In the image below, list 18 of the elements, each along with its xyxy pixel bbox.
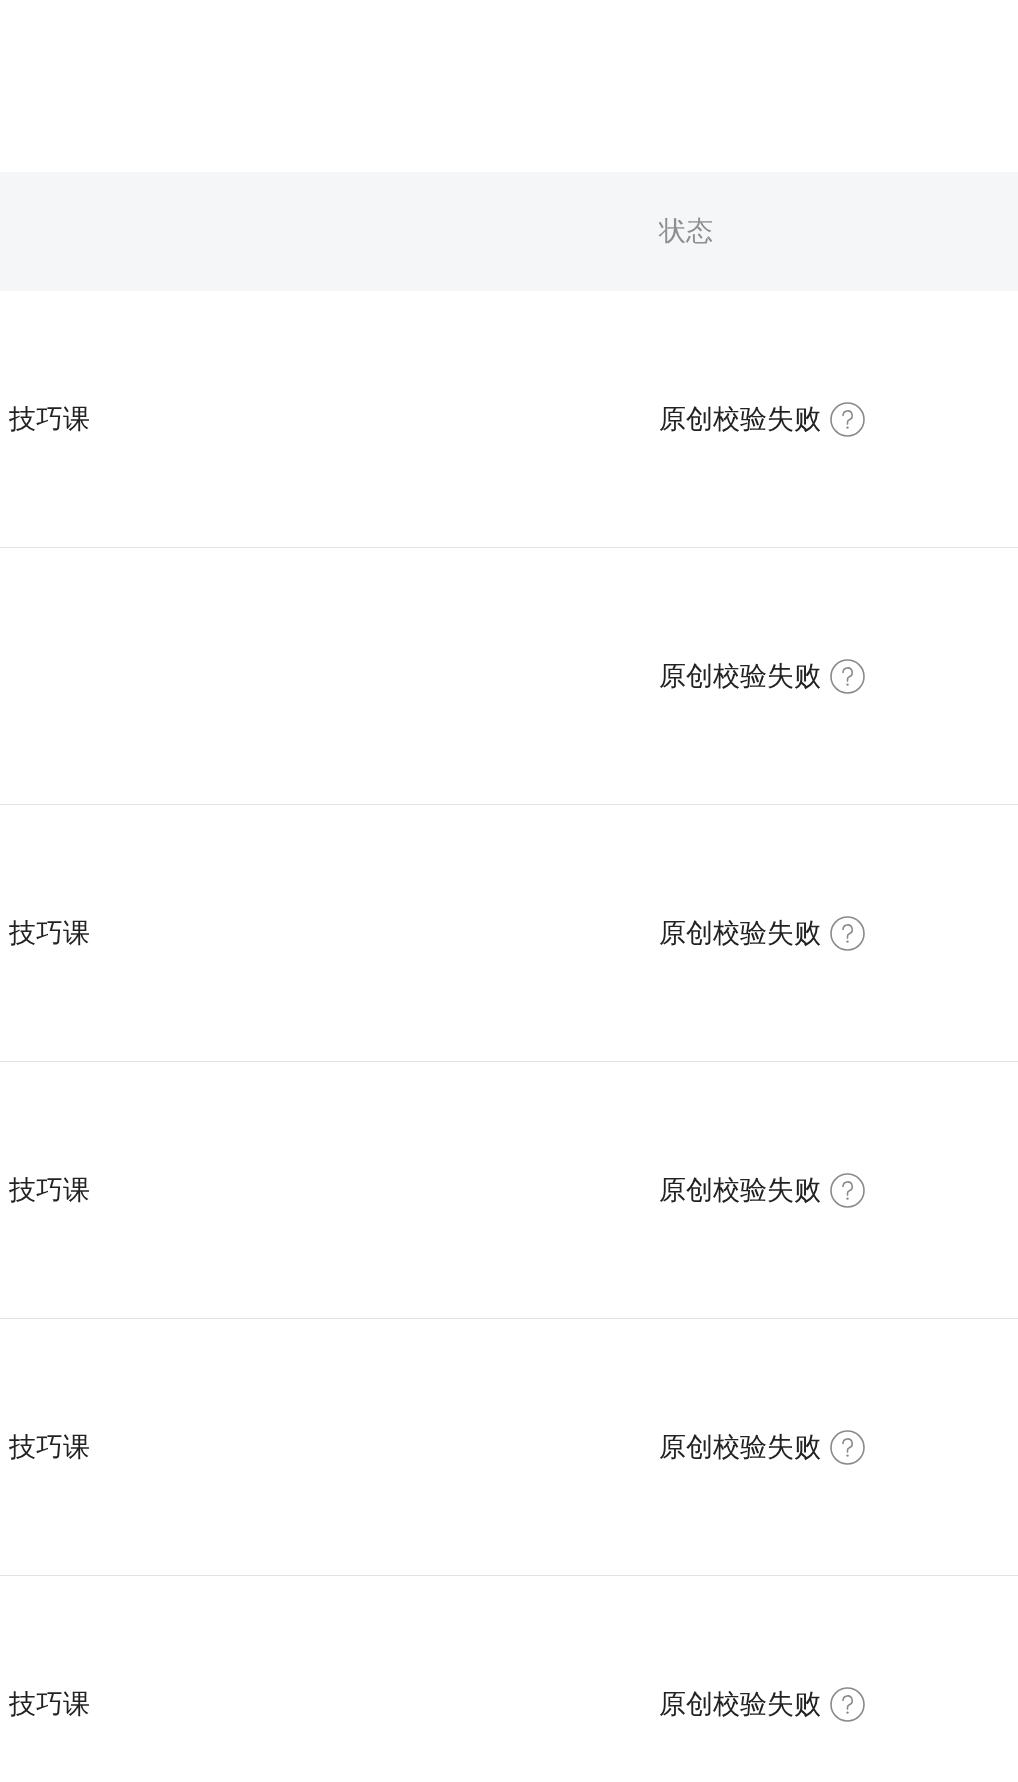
status-text: 原创校验失败 [659, 916, 821, 950]
column-header: 状态 [659, 215, 713, 248]
help-icon[interactable] [830, 915, 865, 951]
status-text: 原创校验失败 [659, 1173, 821, 1207]
help-icon[interactable] [830, 1686, 865, 1722]
table-cell-text: 技巧课 [8, 1173, 90, 1207]
table-cell-text: 技巧课 [8, 916, 90, 950]
table-cell-text: 技巧课 [8, 1687, 90, 1721]
status-text: 原创校验失败 [659, 402, 821, 436]
help-icon[interactable] [830, 1429, 865, 1465]
table-cell-text: 技巧课 [8, 1430, 90, 1464]
status-text: 原创校验失败 [659, 1687, 821, 1721]
table-cell-text: 技巧课 [8, 402, 90, 436]
status-text: 原创校验失败 [659, 659, 821, 693]
status-text: 原创校验失败 [659, 1430, 821, 1464]
help-icon[interactable] [830, 658, 865, 694]
help-icon[interactable] [830, 1172, 865, 1208]
help-icon[interactable] [830, 401, 865, 437]
